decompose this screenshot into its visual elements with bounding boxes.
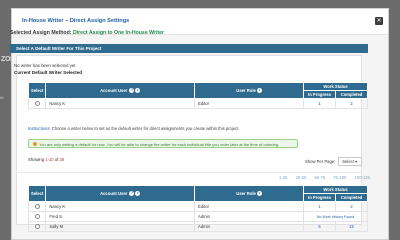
assign-method: Selected Assign Method: Direct Assign to… bbox=[10, 30, 164, 36]
col-completed: Completed bbox=[335, 90, 368, 99]
divider bbox=[16, 172, 362, 173]
chevron-down-icon[interactable]: ▾ bbox=[256, 88, 262, 94]
user-role-cell: Admin bbox=[194, 211, 305, 222]
info-alert: You are only setting a default for now. … bbox=[28, 139, 298, 148]
close-icon[interactable]: ✕ bbox=[375, 17, 383, 25]
table-row[interactable]: Sally M Admin 5 15 bbox=[27, 221, 368, 232]
select-radio[interactable] bbox=[34, 101, 40, 107]
col-work-status: Work Status bbox=[303, 82, 368, 91]
col-select: Select bbox=[27, 82, 47, 99]
chevron-down-icon[interactable]: ▾ bbox=[256, 191, 262, 197]
current-default-label: Current Default Writer Selected bbox=[14, 70, 83, 75]
col-in-progress: In Progress bbox=[303, 90, 337, 99]
col-user-role[interactable]: User Role ▾ bbox=[194, 82, 305, 99]
background-text: Al bbox=[0, 95, 4, 100]
select-radio[interactable] bbox=[34, 224, 40, 230]
instructions-label: Instructions: bbox=[28, 126, 51, 131]
user-role-cell: Editor bbox=[194, 201, 305, 212]
info-message: You are only setting a default for now. … bbox=[39, 141, 280, 147]
account-user-cell: Sally M bbox=[45, 221, 196, 232]
chevron-down-icon[interactable]: ▾ bbox=[135, 88, 141, 94]
account-user-cell: Nancy K bbox=[45, 98, 196, 109]
per-page-control: Show Per Page: Select ▾ bbox=[305, 157, 363, 166]
lightbulb-icon bbox=[33, 142, 37, 147]
account-user-cell: Nancy K bbox=[45, 201, 196, 212]
instructions-text: Choose a writer below to set as the defa… bbox=[50, 126, 240, 131]
completed-cell[interactable]: 2 bbox=[335, 201, 368, 212]
writers-table: Select Account User? ▾ User Role ▾ Work St… bbox=[27, 185, 368, 232]
col-account-user[interactable]: Account User? ▾ bbox=[45, 185, 196, 202]
account-user-cell: Fred S. bbox=[45, 211, 196, 222]
col-in-progress: In Progress bbox=[303, 193, 337, 202]
page-link[interactable]: 1-25 bbox=[279, 175, 287, 180]
col-user-role[interactable]: User Role ▾ bbox=[194, 185, 305, 202]
assign-method-label: Selected Assign Method: bbox=[10, 30, 72, 36]
col-account-user[interactable]: Account User? ▾ bbox=[45, 82, 196, 99]
completed-cell[interactable]: 15 bbox=[335, 221, 368, 232]
col-select: Select bbox=[27, 185, 47, 202]
select-radio[interactable] bbox=[34, 214, 40, 220]
instructions: Instructions: Choose a writer below to s… bbox=[28, 126, 240, 131]
pagination: 1-25 26-50 50-75 75-100 100-125 bbox=[272, 175, 370, 180]
help-icon[interactable]: ? bbox=[129, 191, 135, 197]
completed-cell[interactable]: 2 bbox=[335, 98, 368, 109]
chevron-down-icon[interactable]: ▾ bbox=[135, 191, 141, 197]
in-progress-cell[interactable]: 1 bbox=[303, 201, 337, 212]
help-icon[interactable]: ? bbox=[129, 88, 135, 94]
col-completed: Completed bbox=[335, 193, 368, 202]
in-progress-cell[interactable]: 5 bbox=[303, 221, 337, 232]
page-link[interactable]: 75-100 bbox=[333, 175, 346, 180]
showing-count: Showing 1-10 of 28 bbox=[28, 157, 65, 162]
user-role-cell: Editor bbox=[194, 98, 305, 109]
user-role-cell: Admin bbox=[194, 221, 305, 232]
page-link[interactable]: 26-50 bbox=[296, 175, 307, 180]
page-link[interactable]: 100-125 bbox=[355, 175, 370, 180]
current-writer-table: Select Account User? ▾ User Role ▾ Work St… bbox=[27, 82, 368, 109]
work-status-cell: No Work History Found bbox=[303, 211, 368, 222]
table-row[interactable]: Nancy K Editor 1 2 bbox=[27, 201, 368, 212]
modal-title: In-House Writer – Direct Assign Settings bbox=[22, 18, 130, 24]
table-row[interactable]: Fred S. Admin No Work History Found bbox=[27, 211, 368, 222]
per-page-label: Show Per Page: bbox=[305, 159, 336, 164]
section-header: Select A Default Writer For This Project bbox=[10, 44, 368, 53]
per-page-select[interactable]: Select ▾ bbox=[338, 157, 363, 166]
no-writer-note: No writer has been selected yet bbox=[14, 63, 76, 68]
in-progress-cell[interactable]: 1 bbox=[303, 98, 337, 109]
page-link[interactable]: 50-75 bbox=[314, 175, 325, 180]
table-row[interactable]: Nancy K Editor 1 2 bbox=[27, 98, 368, 109]
col-work-status: Work Status bbox=[303, 185, 368, 194]
assign-method-value: Direct Assign to One In-House Writer bbox=[72, 30, 165, 36]
select-radio[interactable] bbox=[34, 204, 40, 210]
